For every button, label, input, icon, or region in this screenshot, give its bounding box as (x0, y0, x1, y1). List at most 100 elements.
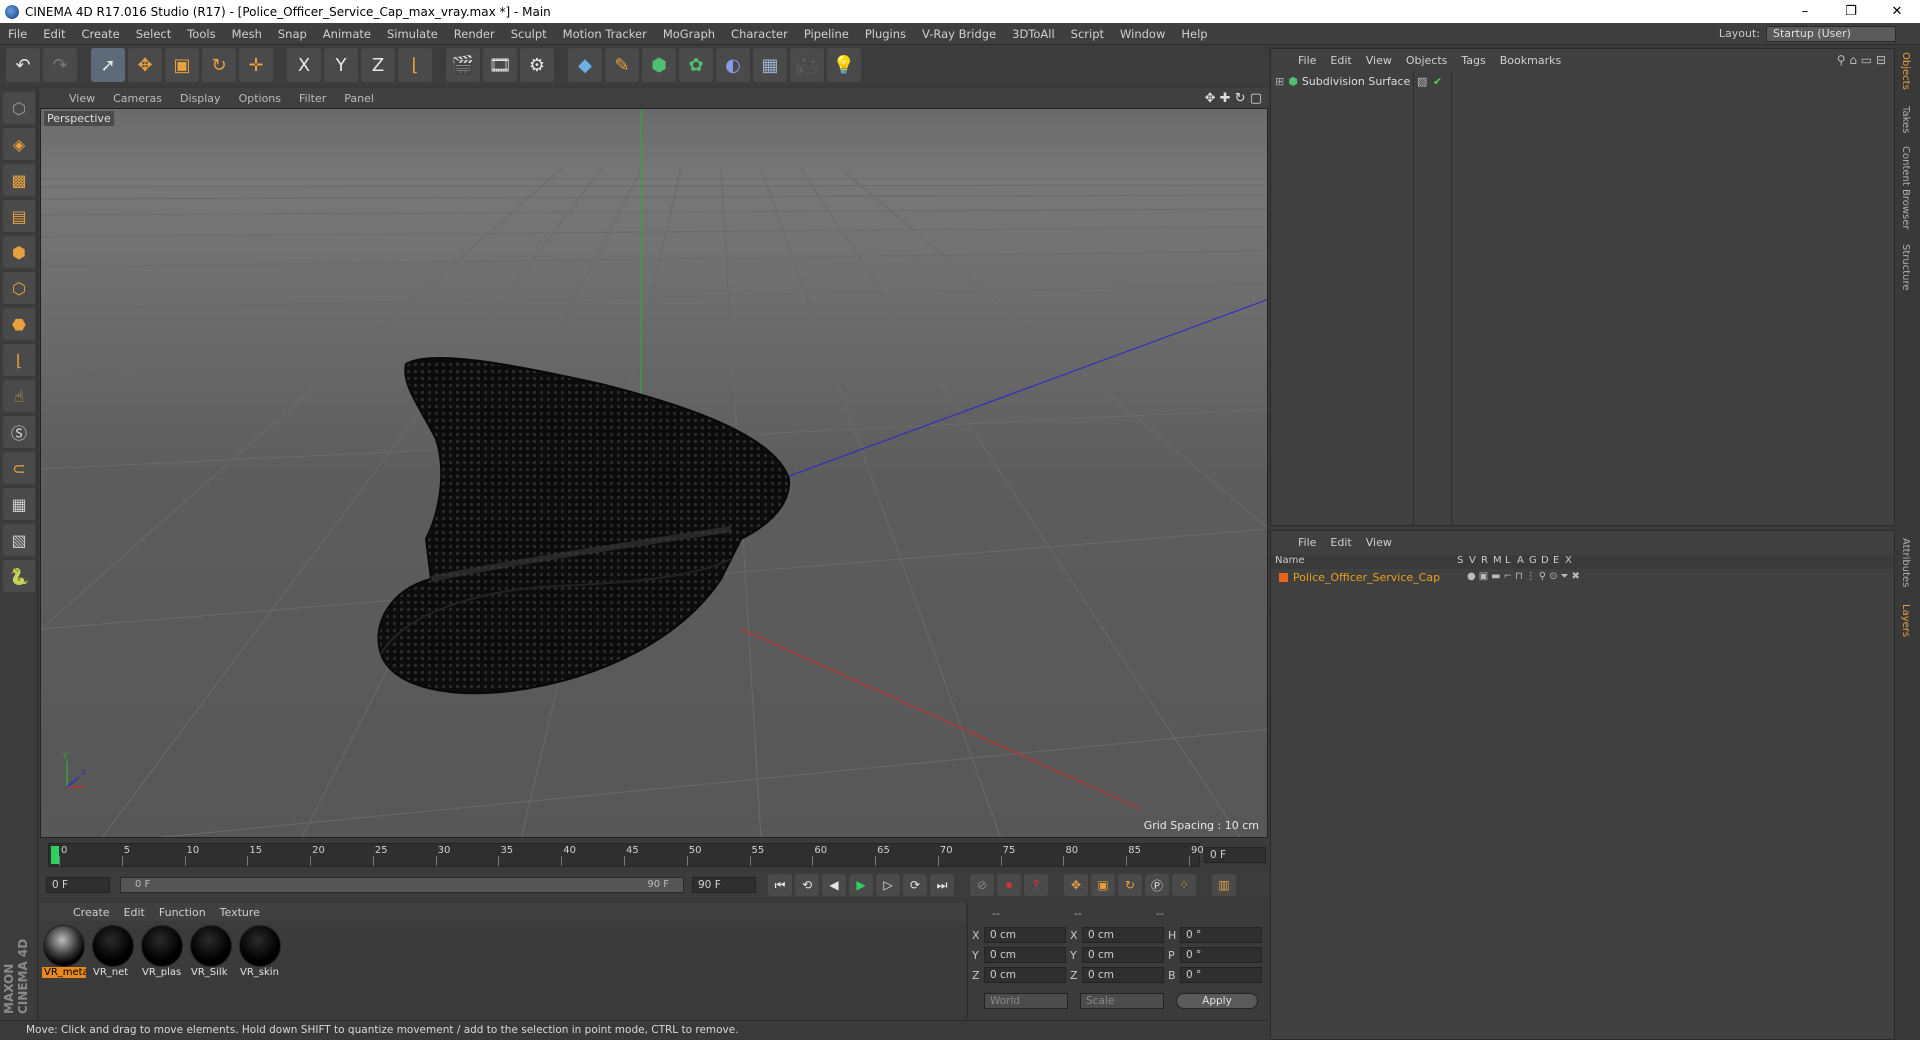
z-axis-icon[interactable]: Z (361, 48, 395, 82)
rotation-h-field[interactable]: 0 ° (1180, 927, 1262, 943)
objects-menu-edit[interactable]: Edit (1323, 54, 1358, 67)
menu-plugins[interactable]: Plugins (857, 27, 914, 41)
size-x-field[interactable]: 0 cm (1082, 927, 1164, 943)
model-mode-icon[interactable]: ◈ (3, 128, 35, 160)
magnet-icon[interactable]: ⊂ (3, 452, 35, 484)
coordinate-system-icon[interactable]: ⌊ (398, 48, 432, 82)
previous-frame-icon[interactable]: ◀ (822, 874, 846, 896)
material-swatch[interactable]: VR_Silk (189, 925, 233, 978)
deformer-icon[interactable]: ◐ (716, 48, 750, 82)
menu-window[interactable]: Window (1112, 27, 1173, 41)
preview-range-slider[interactable]: 0 F 90 F (120, 877, 684, 893)
expand-toggle-icon[interactable]: ⊞ (1275, 75, 1284, 88)
layer-color-swatch[interactable] (1279, 573, 1288, 582)
menu-pipeline[interactable]: Pipeline (796, 27, 857, 41)
objects-menu-bookmarks[interactable]: Bookmarks (1493, 54, 1568, 67)
material-swatch[interactable]: VR_net (91, 925, 135, 978)
snap-icon[interactable]: Ⓢ (3, 416, 35, 448)
end-frame-field[interactable]: 90 F (692, 877, 756, 893)
subdivision-icon[interactable]: ⬢ (642, 48, 676, 82)
layers-menu-view[interactable]: View (1359, 536, 1399, 549)
objects-menu-view[interactable]: View (1359, 54, 1399, 67)
material-swatch[interactable]: VR_plas (140, 925, 184, 978)
position-z-field[interactable]: 0 cm (984, 967, 1066, 983)
object-row[interactable]: ⊞ ⬢ Subdivision Surface (1275, 75, 1410, 88)
layout-dropdown[interactable]: Startup (User) (1766, 25, 1896, 42)
menu-render[interactable]: Render (446, 27, 503, 41)
object-enabled-check-icon[interactable]: ✔ (1433, 75, 1442, 88)
tab-objects[interactable]: Objects (1900, 52, 1911, 90)
menu-vray-bridge[interactable]: V-Ray Bridge (914, 27, 1004, 41)
parameter-key-icon[interactable]: Ⓟ (1145, 874, 1169, 896)
scale-icon[interactable]: ▣ (165, 48, 199, 82)
layer-flags-icons[interactable]: ●▣▬⌐⊓⋮⚲⊙⏷✖ (1467, 571, 1583, 582)
viewport-menu-display[interactable]: Display (171, 92, 230, 105)
menu-simulate[interactable]: Simulate (379, 27, 446, 41)
coordinate-mode-dropdown[interactable]: World (984, 993, 1068, 1009)
scale-key-icon[interactable]: ▣ (1091, 874, 1115, 896)
lock-workplane-icon[interactable]: ▦ (3, 488, 35, 520)
menu-edit[interactable]: Edit (35, 27, 73, 41)
rotation-b-field[interactable]: 0 ° (1180, 967, 1262, 983)
menu-character[interactable]: Character (723, 27, 796, 41)
playhead-marker[interactable] (51, 846, 59, 864)
rotation-p-field[interactable]: 0 ° (1180, 947, 1262, 963)
size-y-field[interactable]: 0 cm (1082, 947, 1164, 963)
layer-row[interactable]: Police_Officer_Service_Cap (1279, 571, 1440, 584)
police-cap-model[interactable] (377, 356, 791, 695)
size-mode-dropdown[interactable]: Scale (1080, 993, 1164, 1009)
size-z-field[interactable]: 0 cm (1082, 967, 1164, 983)
points-mode-icon[interactable]: ⬢ (3, 236, 35, 268)
edit-render-settings-icon[interactable]: ⚙ (520, 48, 554, 82)
viewport-menu-view[interactable]: View (60, 92, 104, 105)
rotate-icon[interactable]: ↻ (202, 48, 236, 82)
current-frame-field[interactable]: 0 F (1204, 847, 1266, 863)
object-visibility-toggle-icon[interactable]: ▨ (1417, 75, 1427, 88)
material-menu-edit[interactable]: Edit (117, 906, 152, 919)
tab-content-browser[interactable]: Content Browser (1900, 146, 1911, 229)
menu-tools[interactable]: Tools (179, 27, 223, 41)
viewport-menu-panel[interactable]: Panel (335, 92, 383, 105)
autokey-icon[interactable]: ⏺ (997, 874, 1021, 896)
edges-mode-icon[interactable]: ⬡ (3, 272, 35, 304)
record-keys-icon[interactable]: ⊘ (970, 874, 994, 896)
menu-snap[interactable]: Snap (270, 27, 315, 41)
tab-attributes[interactable]: Attributes (1900, 538, 1911, 587)
select-icon[interactable]: ➚ (91, 48, 125, 82)
keyframe-selection-icon[interactable]: ? (1024, 874, 1048, 896)
viewport-menu-options[interactable]: Options (230, 92, 290, 105)
polygons-mode-icon[interactable]: ⬣ (3, 308, 35, 340)
play-icon[interactable]: ▶ (849, 874, 873, 896)
timeline-window-icon[interactable]: ▥ (1212, 874, 1236, 896)
go-to-start-icon[interactable]: ⏮ (768, 874, 792, 896)
redo-icon[interactable]: ↷ (43, 48, 77, 82)
tab-structure[interactable]: Structure (1900, 244, 1911, 291)
timeline-ruler[interactable]: 0 5 10 15 20 25 30 35 40 45 50 55 60 65 70 75 80 85 90 0 F (40, 840, 1268, 870)
viewport-menu-filter[interactable]: Filter (290, 92, 335, 105)
rotation-key-icon[interactable]: ↻ (1118, 874, 1142, 896)
material-menu-create[interactable]: Create (66, 906, 117, 919)
workplane-icon[interactable]: ▤ (3, 200, 35, 232)
position-key-icon[interactable]: ✥ (1064, 874, 1088, 896)
menu-animate[interactable]: Animate (315, 27, 379, 41)
menu-3dtoall[interactable]: 3DToAll (1004, 27, 1063, 41)
close-button[interactable]: ✕ (1874, 0, 1920, 23)
objects-menu-tags[interactable]: Tags (1454, 54, 1492, 67)
objects-menu-file[interactable]: File (1291, 54, 1323, 67)
object-manager-tools[interactable]: ⚲ ⌂ ▭ ⊟ (1837, 53, 1886, 67)
go-to-end-icon[interactable]: ⏭ (930, 874, 954, 896)
point-level-animation-icon[interactable]: ⁘ (1172, 874, 1196, 896)
cube-icon[interactable]: ◆ (568, 48, 602, 82)
position-y-field[interactable]: 0 cm (984, 947, 1066, 963)
menu-mesh[interactable]: Mesh (224, 27, 270, 41)
menu-script[interactable]: Script (1063, 27, 1112, 41)
objects-menu-objects[interactable]: Objects (1399, 54, 1455, 67)
material-swatch[interactable]: VR_skin (238, 925, 282, 978)
start-frame-field[interactable]: 0 F (46, 877, 110, 893)
tweak-mode-icon[interactable]: ☝ (3, 380, 35, 412)
undo-icon[interactable]: ↶ (6, 48, 40, 82)
render-view-icon[interactable]: 🎬 (446, 48, 480, 82)
layers-menu-file[interactable]: File (1291, 536, 1323, 549)
next-frame-icon[interactable]: ▷ (876, 874, 900, 896)
go-to-next-key-icon[interactable]: ⟳ (903, 874, 927, 896)
